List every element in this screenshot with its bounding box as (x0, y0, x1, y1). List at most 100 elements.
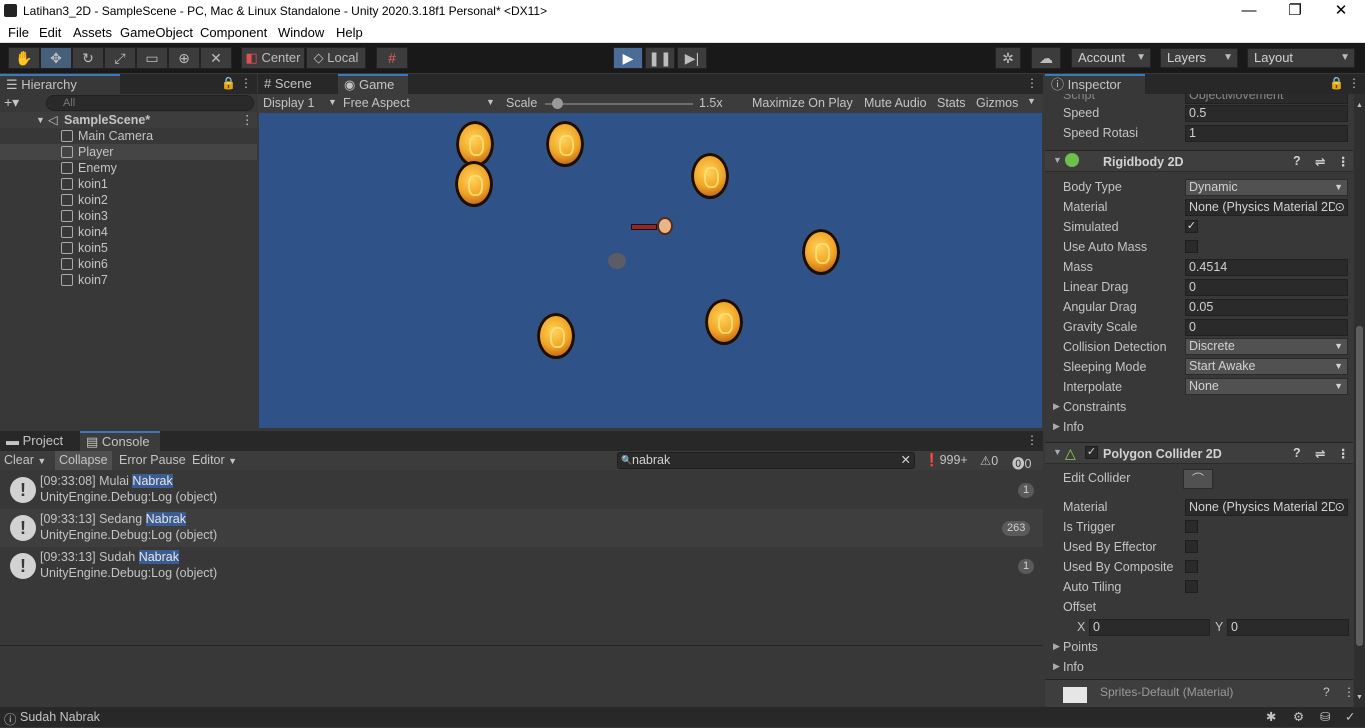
gravity-scale-field[interactable]: 0 (1185, 319, 1348, 336)
display-dropdown[interactable]: Display 1 ▼ (263, 96, 339, 110)
clear-search-icon[interactable]: ✕ (901, 453, 911, 468)
scroll-down-icon[interactable]: ▼ (1356, 694, 1363, 701)
log-entry[interactable]: ! [09:33:13] Sudah Nabrak UnityEngine.De… (0, 547, 1043, 585)
tab-hierarchy[interactable]: ☰ Hierarchy (0, 74, 120, 94)
menu-window[interactable]: Window (278, 25, 324, 40)
more-options-icon[interactable]: ⋮ (1337, 446, 1350, 461)
cache-icon[interactable]: ⛁ (1320, 709, 1330, 724)
offset-x-field[interactable]: 0 (1089, 619, 1210, 636)
rb-material-field[interactable]: None (Physics Material 2D) ⊙ (1185, 199, 1348, 216)
console-search-input[interactable]: 🔍 nabrak ✕ (617, 452, 915, 469)
menu-edit[interactable]: Edit (39, 25, 61, 40)
tab-inspector[interactable]: ⓘ Inspector (1045, 74, 1145, 94)
list-item[interactable]: koin5 (0, 240, 257, 256)
used-by-composite-checkbox[interactable] (1185, 560, 1198, 573)
used-by-effector-checkbox[interactable] (1185, 540, 1198, 553)
warning-filter-toggle[interactable]: ⚠0 (980, 453, 998, 468)
rb-info-foldout[interactable]: Info (1063, 420, 1084, 434)
list-item[interactable]: Main Camera (0, 128, 257, 144)
tab-game[interactable]: ◉ Game (338, 74, 408, 94)
scale-tool-icon[interactable]: ⤢ (104, 47, 136, 69)
scroll-up-icon[interactable]: ▲ (1356, 102, 1363, 109)
more-options-icon[interactable]: ⋮ (1026, 433, 1038, 447)
scale-slider-thumb[interactable] (551, 98, 563, 109)
rotate-tool-icon[interactable]: ↻ (72, 47, 104, 69)
error-pause-toggle[interactable]: Error Pause (119, 453, 186, 467)
help-icon[interactable]: ? (1293, 446, 1301, 460)
list-item[interactable]: koin6 (0, 256, 257, 272)
list-item[interactable]: koin3 (0, 208, 257, 224)
mass-field[interactable]: 0.4514 (1185, 259, 1348, 276)
polygon-collider-header[interactable]: ▼ △ ✓ Polygon Collider 2D ? ⇌ ⋮ (1045, 442, 1353, 464)
auto-mass-checkbox[interactable] (1185, 240, 1198, 253)
menu-file[interactable]: File (8, 25, 29, 40)
mute-audio-button[interactable]: Mute Audio (864, 96, 927, 110)
aspect-dropdown[interactable]: Free Aspect ▼ (343, 96, 498, 110)
status-message[interactable]: Sudah Nabrak (20, 710, 100, 724)
auto-tiling-checkbox[interactable] (1185, 580, 1198, 593)
preset-icon[interactable]: ⇌ (1315, 154, 1325, 169)
log-entry[interactable]: ! [09:33:08] Mulai Nabrak UnityEngine.De… (0, 471, 1043, 509)
info-filter-toggle[interactable]: ❗999+ (924, 453, 968, 468)
material-footer[interactable]: Sprites-Default (Material) ? ⋮ (1045, 679, 1353, 707)
play-button[interactable]: ▶ (613, 47, 643, 69)
tab-project[interactable]: ▬ Project (0, 431, 78, 451)
fold-icon[interactable]: ▶ (1053, 661, 1060, 672)
inspector-scrollbar-thumb[interactable] (1356, 326, 1363, 646)
custom-tool-icon[interactable]: ✕ (200, 47, 232, 69)
menu-component[interactable]: Component (200, 25, 267, 40)
help-icon[interactable]: ? (1323, 685, 1330, 699)
sleeping-mode-dropdown[interactable]: Start Awake ▼ (1185, 358, 1348, 375)
fold-icon[interactable]: ▼ (36, 112, 45, 128)
fold-icon[interactable]: ▶ (1053, 421, 1060, 432)
move-tool-icon[interactable]: ✥ (40, 47, 72, 69)
cloud-icon[interactable]: ☁ (1031, 47, 1061, 69)
body-type-dropdown[interactable]: Dynamic ▼ (1185, 179, 1348, 196)
simulated-checkbox[interactable]: ✓ (1185, 220, 1198, 233)
collapse-toggle[interactable]: Collapse (55, 451, 112, 470)
more-options-icon[interactable]: ⋮ (1337, 154, 1350, 169)
services-icon[interactable]: ✲ (995, 47, 1021, 69)
menu-help[interactable]: Help (336, 25, 363, 40)
game-viewport[interactable] (259, 113, 1042, 428)
hand-tool-icon[interactable]: ✋ (8, 47, 40, 69)
layout-dropdown[interactable]: Layout ▼ (1247, 48, 1355, 68)
fold-icon[interactable]: ▶ (1053, 401, 1060, 412)
constraints-foldout[interactable]: Constraints (1063, 400, 1126, 414)
pivot-center-button[interactable]: ◧ Center (241, 47, 305, 69)
lock-icon[interactable]: 🔒 (1329, 76, 1344, 90)
hierarchy-search-input[interactable]: All (46, 95, 254, 111)
enabled-checkbox[interactable]: ✓ (1085, 446, 1098, 459)
check-icon[interactable]: ✓ (1345, 709, 1355, 724)
preset-icon[interactable]: ⇌ (1315, 446, 1325, 461)
points-foldout[interactable]: Points (1063, 640, 1098, 654)
maximize-button[interactable]: ❐ (1272, 1, 1318, 21)
fold-icon[interactable]: ▼ (1053, 447, 1062, 457)
interpolate-dropdown[interactable]: None ▼ (1185, 378, 1348, 395)
speed-rotasi-field[interactable]: 1 (1185, 125, 1348, 142)
editor-dropdown[interactable]: Editor ▼ (192, 453, 237, 467)
tab-console[interactable]: ▤ Console (80, 431, 160, 451)
error-filter-toggle[interactable]: ⓿0 (1012, 453, 1031, 472)
close-button[interactable]: ✕ (1318, 1, 1364, 21)
minimize-button[interactable]: — (1226, 1, 1272, 21)
layers-dropdown[interactable]: Layers ▼ (1160, 48, 1238, 68)
snap-grid-icon[interactable]: # (376, 47, 408, 69)
list-item[interactable]: koin1 (0, 176, 257, 192)
stats-button[interactable]: Stats (937, 96, 966, 110)
object-picker-icon[interactable]: ⊙ (1334, 500, 1345, 515)
offset-y-field[interactable]: 0 (1227, 619, 1349, 636)
list-item[interactable]: Enemy (0, 160, 257, 176)
debug-icon[interactable]: ✱ (1266, 709, 1276, 724)
log-entry[interactable]: ! [09:33:13] Sedang Nabrak UnityEngine.D… (0, 509, 1043, 547)
step-button[interactable]: ▶| (677, 47, 707, 69)
scene-options-icon[interactable]: ⋮ (241, 112, 254, 128)
more-options-icon[interactable]: ⋮ (1343, 685, 1353, 699)
pivot-local-button[interactable]: ◇ Local (306, 47, 366, 69)
menu-gameobject[interactable]: GameObject (120, 25, 193, 40)
clear-button[interactable]: Clear ▼ (4, 453, 46, 467)
list-item[interactable]: koin2 (0, 192, 257, 208)
add-object-button[interactable]: +▾ (4, 94, 19, 111)
list-item[interactable]: koin7 (0, 272, 257, 288)
inspector-scrollbar[interactable]: ▲ ▼ (1354, 94, 1365, 707)
